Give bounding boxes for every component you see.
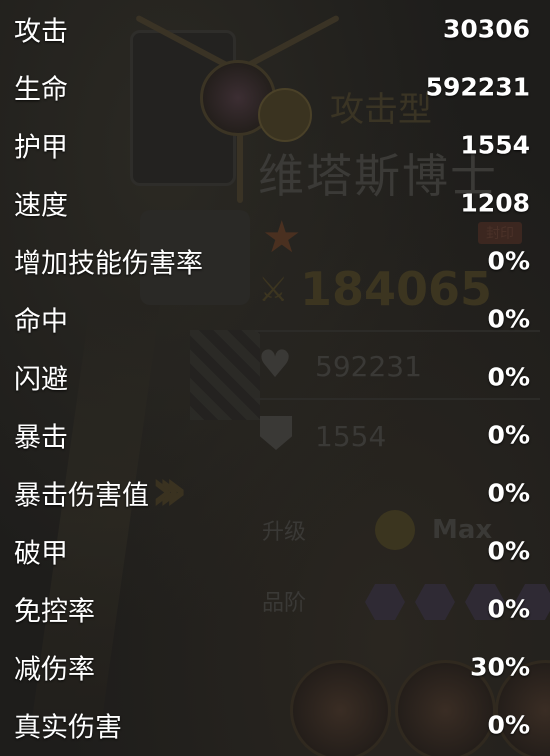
stat-value: 0%	[487, 478, 530, 508]
stat-value: 0%	[487, 304, 530, 334]
stat-value: 0%	[487, 594, 530, 624]
stat-row-skill-damage: 增加技能伤害率 0%	[0, 232, 550, 290]
stat-value: 0%	[487, 246, 530, 276]
stat-label: 增加技能伤害率	[14, 248, 203, 280]
stat-value: 30%	[470, 652, 530, 682]
stat-row-armor-break: 破甲 0%	[0, 522, 550, 580]
stat-value: 0%	[487, 536, 530, 566]
stat-value: 1554	[460, 130, 530, 160]
stat-row-attack: 攻击 30306	[0, 0, 550, 58]
stat-label: 闪避	[14, 364, 68, 396]
stat-value: 30306	[443, 14, 530, 44]
stat-detail-panel: 攻击 30306 生命 592231 护甲 1554 速度 1208 增加技能伤…	[0, 0, 550, 756]
stat-label: 命中	[14, 306, 68, 338]
stat-label: 攻击	[14, 16, 68, 48]
stat-value: 0%	[487, 710, 530, 740]
stat-value: 592231	[425, 72, 530, 102]
stat-label: 减伤率	[14, 654, 95, 686]
stat-label: 护甲	[14, 132, 68, 164]
stat-label: 破甲	[14, 538, 68, 570]
stat-row-damage-reduction: 减伤率 30%	[0, 638, 550, 696]
stat-label: 暴击	[14, 422, 68, 454]
stat-row-crit: 暴击 0%	[0, 406, 550, 464]
stat-row-dodge: 闪避 0%	[0, 348, 550, 406]
stat-value: 0%	[487, 420, 530, 450]
stat-label: 速度	[14, 190, 68, 222]
stat-row-hp: 生命 592231	[0, 58, 550, 116]
stat-row-speed: 速度 1208	[0, 174, 550, 232]
stat-label: 真实伤害	[14, 712, 122, 744]
stat-value: 1208	[460, 188, 530, 218]
stat-row-true-damage: 真实伤害 0%	[0, 696, 550, 754]
stat-row-hit: 命中 0%	[0, 290, 550, 348]
stat-label: 免控率	[14, 596, 95, 628]
stat-value: 0%	[487, 362, 530, 392]
stat-row-armor: 护甲 1554	[0, 116, 550, 174]
stat-row-crit-damage: 暴击伤害值 0%	[0, 464, 550, 522]
stat-label: 生命	[14, 74, 68, 106]
stat-row-control-immunity: 免控率 0%	[0, 580, 550, 638]
stat-label: 暴击伤害值	[14, 480, 149, 512]
